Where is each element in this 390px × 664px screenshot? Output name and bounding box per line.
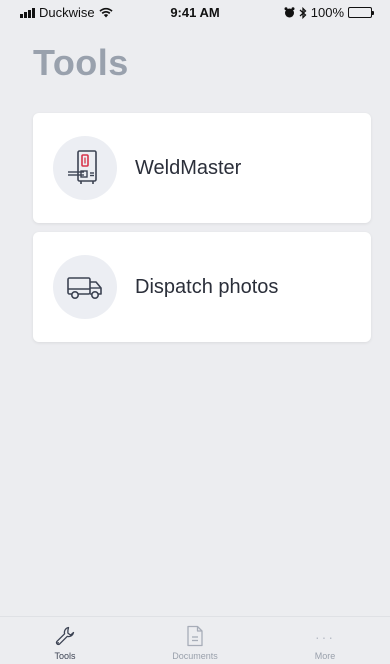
tab-label-more: More: [314, 651, 336, 661]
tool-card-weldmaster[interactable]: WeldMaster: [33, 113, 371, 223]
alarm-icon: [284, 7, 295, 18]
tool-card-dispatch-photos[interactable]: Dispatch photos: [33, 232, 371, 342]
battery-icon: [348, 7, 374, 18]
bluetooth-icon: [299, 6, 307, 19]
tab-more[interactable]: ··· More: [260, 617, 390, 664]
document-icon: [187, 625, 203, 647]
battery-percent: 100%: [310, 5, 344, 20]
status-bar: Duckwise 9:41 AM 100%: [0, 0, 390, 22]
wrench-icon: [55, 626, 75, 646]
truck-icon: [53, 255, 117, 319]
tab-label-tools: Tools: [54, 651, 76, 661]
page-title: Tools: [33, 42, 129, 83]
more-dots-icon: ···: [315, 629, 335, 645]
tab-documents[interactable]: Documents: [130, 617, 260, 664]
status-right: 100%: [284, 5, 374, 20]
tab-bar: Tools Documents ··· More: [0, 616, 390, 664]
tool-label-dispatch-photos: Dispatch photos: [135, 275, 279, 298]
weld-machine-icon: [53, 136, 117, 200]
tab-tools[interactable]: Tools: [0, 617, 130, 664]
tool-label-weldmaster: WeldMaster: [135, 156, 242, 179]
tab-label-documents: Documents: [172, 651, 218, 661]
